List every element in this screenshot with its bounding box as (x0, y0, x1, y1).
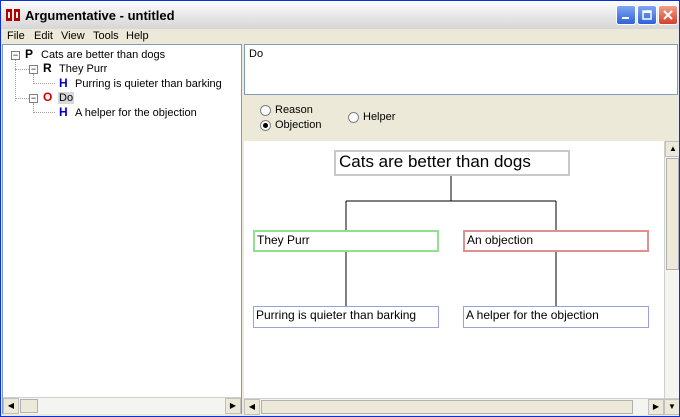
scroll-up-icon[interactable]: ▲ (665, 141, 679, 157)
argument-tree[interactable]: − P Cats are better than dogs − R They P… (2, 44, 242, 414)
tree-node-premise[interactable]: − P Cats are better than dogs (3, 47, 241, 62)
menu-bar: File Edit View Tools Help (1, 29, 679, 44)
tree-node-reason[interactable]: − R They Purr (3, 61, 241, 76)
helper-radio-label[interactable]: Helper (363, 111, 395, 123)
scroll-left-icon[interactable]: ◀ (244, 399, 260, 415)
objection-radio-label[interactable]: Objection (275, 119, 321, 131)
title-bar[interactable]: Argumentative - untitled (1, 1, 679, 30)
argumentative-app-icon (6, 9, 20, 21)
menu-file[interactable]: File (7, 30, 25, 42)
menu-tools[interactable]: Tools (93, 30, 119, 42)
scroll-right-icon[interactable]: ▶ (648, 399, 664, 415)
diagram-reason-box[interactable]: They Purr (253, 230, 439, 252)
diagram-connectors (345, 176, 557, 306)
diagram-premise-box[interactable]: Cats are better than dogs (334, 150, 570, 176)
maximize-button[interactable] (637, 5, 657, 25)
editor-pane: Do Reason Objection Helper Cats are bett… (244, 44, 679, 415)
scroll-down-icon[interactable]: ▼ (664, 399, 679, 415)
close-button[interactable] (658, 5, 678, 25)
tree-node-label-selected: Do (58, 92, 75, 104)
app-window: Argumentative - untitled File Edit View … (0, 0, 680, 417)
scroll-right-icon[interactable]: ▶ (225, 398, 241, 414)
reason-radio-label[interactable]: Reason (275, 104, 313, 116)
scroll-thumb[interactable] (20, 399, 38, 413)
collapse-icon[interactable]: − (29, 94, 38, 103)
helper-tag: H (59, 105, 68, 119)
diagram-objection-box[interactable]: An objection (463, 230, 649, 252)
menu-edit[interactable]: Edit (34, 30, 53, 42)
diagram-horizontal-scrollbar[interactable]: ◀ ▶ ▼ (244, 398, 679, 415)
argument-diagram[interactable]: Cats are better than dogs They Purr An o… (244, 141, 664, 398)
tree-horizontal-scrollbar[interactable]: ◀ ▶ (3, 397, 241, 414)
node-text-editor[interactable]: Do (244, 44, 678, 95)
scroll-thumb[interactable] (666, 158, 679, 270)
tree-node-label: They Purr (59, 63, 108, 75)
tree-node-label: Cats are better than dogs (41, 49, 166, 61)
maximize-icon (642, 10, 652, 20)
collapse-icon[interactable]: − (29, 65, 38, 74)
scroll-thumb[interactable] (261, 400, 633, 414)
diagram-reason-helper-box[interactable]: Purring is quieter than barking (253, 306, 439, 328)
window-title: Argumentative - untitled (25, 8, 175, 23)
reason-radio[interactable] (260, 105, 271, 116)
objection-radio[interactable] (260, 120, 271, 131)
menu-help[interactable]: Help (126, 30, 149, 42)
premise-tag: P (25, 47, 34, 61)
tree-node-objection[interactable]: − O Do (3, 90, 241, 105)
tree-node-objection-helper[interactable]: H A helper for the objection (3, 105, 241, 120)
menu-view[interactable]: View (61, 30, 85, 42)
diagram-vertical-scrollbar[interactable]: ▲ (664, 141, 679, 398)
tree-node-label: A helper for the objection (75, 107, 197, 119)
diagram-objection-helper-box[interactable]: A helper for the objection (463, 306, 649, 328)
collapse-icon[interactable]: − (11, 51, 20, 60)
helper-tag: H (59, 76, 68, 90)
minimize-button[interactable] (616, 5, 636, 25)
tree-node-label: Purring is quieter than barking (75, 78, 222, 90)
helper-radio[interactable] (348, 112, 359, 123)
close-icon (663, 10, 673, 20)
scroll-left-icon[interactable]: ◀ (3, 398, 19, 414)
reason-tag: R (43, 61, 52, 75)
tree-node-reason-helper[interactable]: H Purring is quieter than barking (3, 76, 241, 91)
minimize-icon (622, 17, 629, 19)
node-type-selector: Reason Objection Helper (244, 95, 678, 141)
objection-tag: O (43, 90, 53, 104)
